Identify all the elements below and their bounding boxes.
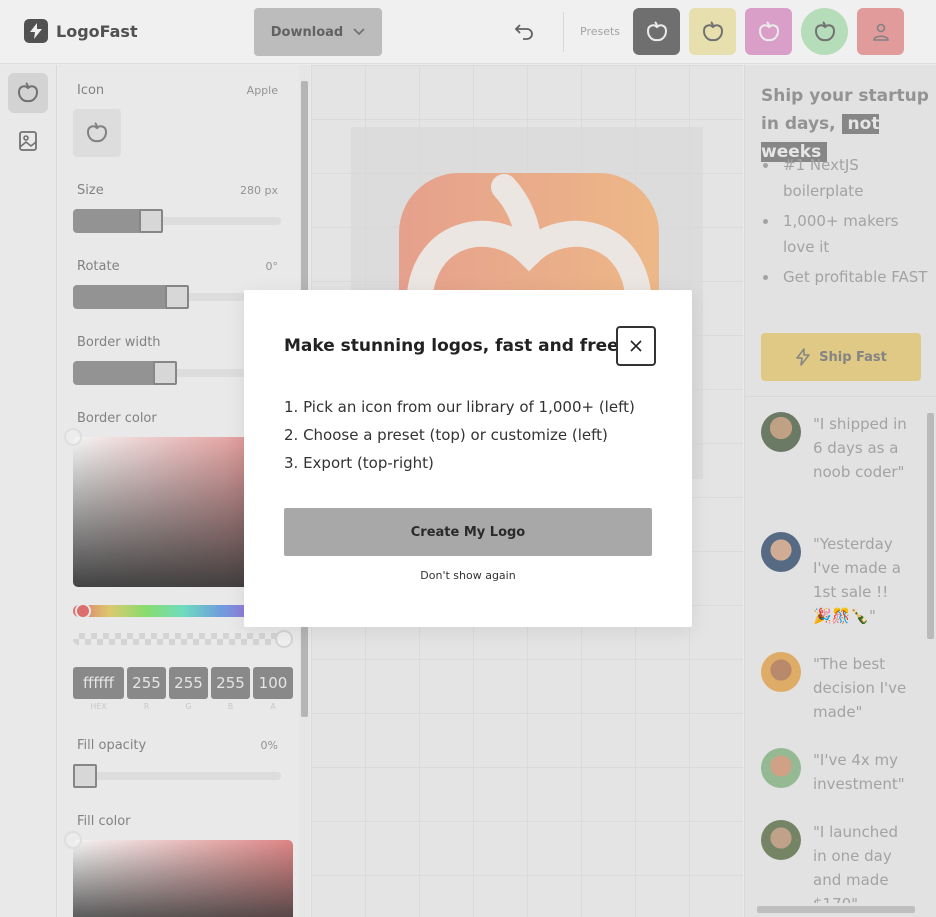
modal-step: 2. Choose a preset (top) or customize (l… (284, 426, 608, 444)
modal-step: 3. Export (top-right) (284, 454, 434, 472)
modal-step: 1. Pick an icon from our library of 1,00… (284, 398, 635, 416)
modal-title: Make stunning logos, fast and free! (284, 336, 627, 356)
create-my-logo-button[interactable]: Create My Logo (284, 508, 652, 556)
close-icon (630, 340, 642, 352)
onboarding-modal: Make stunning logos, fast and free! 1. P… (244, 290, 692, 627)
modal-steps: 1. Pick an icon from our library of 1,00… (284, 393, 635, 477)
close-button[interactable] (616, 326, 656, 366)
dont-show-again-link[interactable]: Don't show again (244, 569, 692, 582)
